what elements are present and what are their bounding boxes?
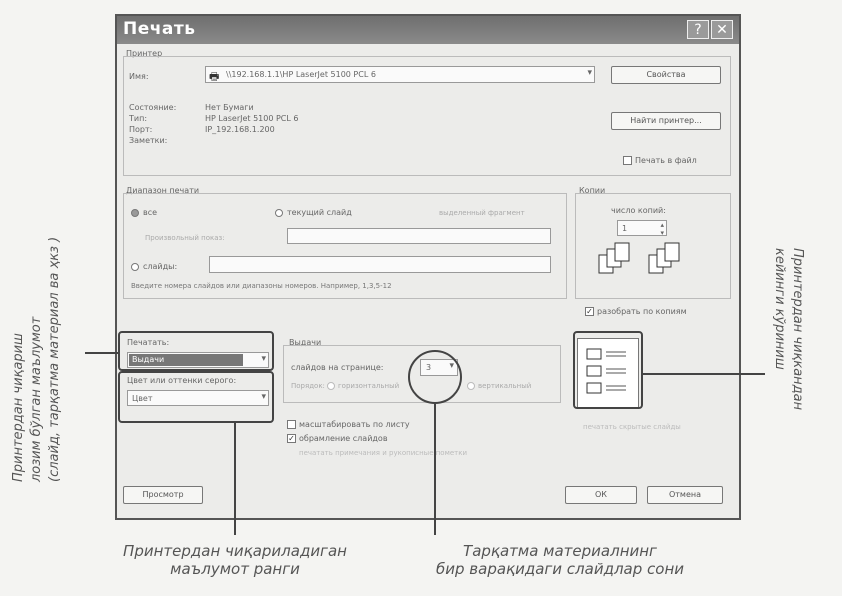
range-slides-label: слайды: (143, 262, 178, 271)
right-annotation-line-1: Принтердан чиқкандан (790, 248, 805, 411)
order-horizontal-radio[interactable] (327, 382, 335, 390)
stepper-arrows-icon: ▴ ▾ (660, 221, 664, 237)
chevron-down-icon: ▾ (587, 68, 592, 78)
left-annotation-line-1: Принтердан чиқариш (11, 333, 26, 482)
frame-slides-label: обрамление слайдов (299, 434, 388, 443)
bottom-right-caption-line-2: бир варақидаги слайдлар сони (436, 560, 684, 578)
status-label: Состояние: (129, 103, 177, 112)
slides-per-page-circle (408, 350, 462, 404)
collate-icon (598, 242, 680, 274)
scale-to-page-checkbox[interactable] (287, 420, 296, 429)
order-horizontal-label: горизонтальный (338, 382, 400, 390)
pointer-line-left (85, 352, 119, 354)
range-hint: Введите номера слайдов или диапазоны ном… (131, 282, 392, 290)
close-button[interactable]: ✕ (711, 20, 733, 39)
right-annotation-line-2: кейинги кўриниш (772, 248, 787, 370)
status-value: Нет Бумаги (205, 103, 254, 112)
range-all-radio[interactable] (131, 209, 139, 217)
find-printer-button[interactable]: Найти принтер... (611, 112, 721, 130)
collate-label: разобрать по копиям (597, 307, 687, 316)
range-current-radio[interactable] (275, 209, 283, 217)
print-dialog: Печать ? ✕ Принтер Имя: 🖶 \\192.168.1.1\… (115, 14, 741, 520)
print-to-file-label: Печать в файл (635, 156, 697, 165)
slides-per-page-label: слайдов на странице: (291, 363, 384, 372)
printer-icon: 🖶 (209, 70, 220, 83)
frame-slides-checkbox[interactable]: ✓ (287, 434, 296, 443)
slides-input[interactable] (209, 256, 551, 273)
collate-checkbox[interactable]: ✓ (585, 307, 594, 316)
order-vertical-radio[interactable] (467, 382, 475, 390)
pointer-line-color (234, 423, 236, 535)
scale-to-page-label: масштабировать по листу (299, 420, 410, 429)
name-label: Имя: (129, 72, 149, 81)
copies-value: 1 (622, 224, 628, 233)
left-annotation-line-2: лозим бўлган маълумот (29, 316, 44, 482)
properties-button[interactable]: Свойства (611, 66, 721, 84)
type-value: HP LaserJet 5100 PCL 6 (205, 114, 299, 123)
title-bar[interactable]: Печать ? ✕ (117, 16, 739, 44)
preview-button[interactable]: Просмотр (123, 486, 203, 504)
port-value: IP_192.168.1.200 (205, 125, 275, 134)
right-annotation: Принтердан чиқкандан кейинги кўриниш (770, 248, 806, 518)
color-highlight-box (118, 371, 274, 423)
cancel-button[interactable]: Отмена (647, 486, 723, 504)
bottom-left-caption-line-2: маълумот ранги (170, 560, 300, 578)
bottom-right-caption-line-1: Тарқатма материалнинг (463, 542, 657, 560)
order-label: Порядок: (291, 382, 325, 390)
range-selection-label: выделенный фрагмент (439, 209, 525, 217)
port-label: Порт: (129, 125, 153, 134)
type-label: Тип: (129, 114, 148, 123)
pointer-line-right (643, 373, 765, 375)
print-to-file-checkbox[interactable] (623, 156, 632, 165)
pointer-line-slides (434, 404, 436, 535)
dialog-title: Печать (123, 19, 196, 39)
bottom-left-caption: Принтердан чиқариладиган маълумот ранги (100, 542, 370, 578)
order-vertical-label: вертикальный (478, 382, 532, 390)
help-button[interactable]: ? (687, 20, 709, 39)
range-all-label: все (143, 208, 158, 217)
custom-show-select[interactable] (287, 228, 551, 244)
bottom-left-caption-line-1: Принтердан чиқариладиган (123, 542, 347, 560)
printer-name-value: \\192.168.1.1\HP LaserJet 5100 PCL 6 (226, 70, 376, 79)
handout-preview-highlight-box (573, 331, 643, 409)
range-custom-show-label: Произвольный показ: (145, 234, 225, 242)
range-slides-radio[interactable] (131, 263, 139, 271)
range-current-label: текущий слайд (287, 208, 352, 217)
print-what-highlight-box (118, 331, 274, 371)
left-annotation-line-3: (слайд, тарқатма материал ва ҳкз ) (47, 236, 62, 482)
comment-label: Заметки: (129, 136, 168, 145)
print-comments-label: печатать примечания и рукописные пометки (299, 449, 468, 457)
copies-count-label: число копий: (611, 206, 666, 215)
printer-select[interactable]: 🖶 \\192.168.1.1\HP LaserJet 5100 PCL 6 ▾ (205, 66, 595, 83)
copies-stepper[interactable]: 1 ▴ ▾ (617, 220, 667, 237)
print-hidden-label: печатать скрытые слайды (583, 423, 681, 431)
bottom-right-caption: Тарқатма материалнинг бир варақидаги сла… (410, 542, 710, 578)
ok-button[interactable]: ОК (565, 486, 637, 504)
